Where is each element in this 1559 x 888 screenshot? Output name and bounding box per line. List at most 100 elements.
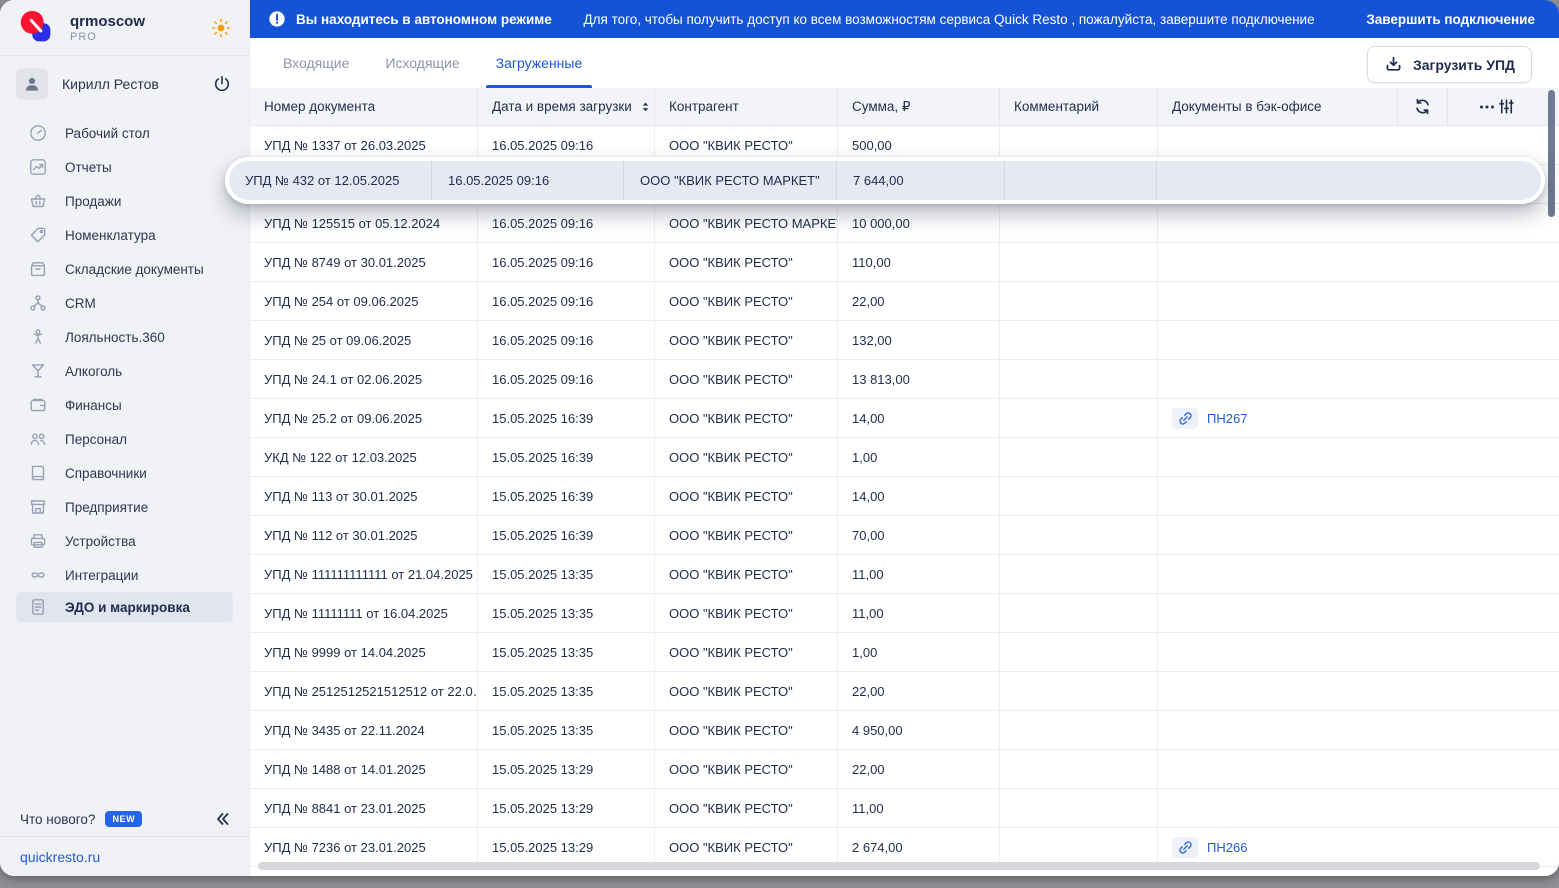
sidebar-item-15[interactable]: ЭДО и маркировка xyxy=(16,592,233,622)
contractor-cell: ООО "КВИК РЕСТО" xyxy=(655,243,838,281)
contractor-cell: ООО "КВИК РЕСТО" xyxy=(655,711,838,749)
table-row[interactable]: УПД № 8841 от 23.01.2025 15.05.2025 13:29… xyxy=(250,789,1559,828)
vertical-scrollbar[interactable] xyxy=(1548,90,1555,217)
upload-date-cell: 15.05.2025 16:39 xyxy=(478,399,655,437)
table-row[interactable]: УКД № 122 от 12.03.2025 15.05.2025 16:39 О… xyxy=(250,438,1559,477)
backoffice-doc-link[interactable]: ПН267 xyxy=(1207,411,1247,426)
power-icon[interactable] xyxy=(211,73,233,95)
more-icon[interactable] xyxy=(1477,97,1497,117)
comment-cell xyxy=(1000,282,1158,320)
sidebar-item-11[interactable]: Справочники xyxy=(0,456,249,490)
sidebar-item-label: ЭДО и маркировка xyxy=(65,599,190,615)
row-filler xyxy=(1398,321,1559,359)
column-header-label: Контрагент xyxy=(669,99,739,114)
backoffice-cell xyxy=(1158,360,1398,398)
backoffice-cell[interactable]: ПН266 xyxy=(1158,828,1398,866)
table-row[interactable]: УПД № 2512512521512512 от 22.0… 15.05.202… xyxy=(250,672,1559,711)
backoffice-cell xyxy=(1158,672,1398,710)
table-row[interactable]: УПД № 25.2 от 09.06.2025 15.05.2025 16:39… xyxy=(250,399,1559,438)
table-body: УПД № 432 от 12.05.2025 16.05.2025 09:16… xyxy=(225,126,1559,867)
tab-1[interactable]: Входящие xyxy=(273,38,359,88)
sidebar-item-8[interactable]: Алкоголь xyxy=(0,354,249,388)
upload-date-cell: 15.05.2025 16:39 xyxy=(478,516,655,554)
comment-cell xyxy=(1000,789,1158,827)
doc-number-cell: УПД № 3435 от 22.11.2024 xyxy=(250,711,478,749)
contractor-cell: ООО "КВИК РЕСТО МАРКЕТ" xyxy=(655,204,838,242)
table-row[interactable]: УПД № 9999 от 14.04.2025 15.05.2025 13:35… xyxy=(250,633,1559,672)
table-row[interactable]: УПД № 3435 от 22.11.2024 15.05.2025 13:35… xyxy=(250,711,1559,750)
sidebar-item-4[interactable]: Номенклатура xyxy=(0,218,249,252)
dragged-doc-number: УПД № 432 от 12.05.2025 xyxy=(229,161,432,200)
table-row[interactable]: УПД № 111111111111 от 21.04.2025 15.05.20… xyxy=(250,555,1559,594)
tab-3[interactable]: Загруженные xyxy=(485,38,593,88)
backoffice-cell xyxy=(1158,516,1398,554)
sum-cell: 110,00 xyxy=(838,243,1000,281)
comment-cell xyxy=(1000,360,1158,398)
table-row[interactable]: УПД № 24.1 от 02.06.2025 16.05.2025 09:16… xyxy=(250,360,1559,399)
table-row[interactable]: УПД № 254 от 09.06.2025 16.05.2025 09:16 О… xyxy=(250,282,1559,321)
finish-connection-button[interactable]: Завершить подключение xyxy=(1366,12,1535,27)
table-row[interactable]: УПД № 125515 от 05.12.2024 16.05.2025 09:… xyxy=(250,204,1559,243)
sidebar-item-5[interactable]: Складские документы xyxy=(0,252,249,286)
sum-cell: 11,00 xyxy=(838,789,1000,827)
sidebar-item-2[interactable]: Отчеты xyxy=(0,150,249,184)
row-filler xyxy=(1398,672,1559,710)
table-row[interactable]: УПД № 11111111 от 16.04.2025 15.05.2025 1… xyxy=(250,594,1559,633)
row-filler xyxy=(1398,438,1559,476)
filter-icon[interactable] xyxy=(1497,97,1516,116)
refresh-icon[interactable] xyxy=(1412,96,1433,117)
new-badge: NEW xyxy=(105,811,143,827)
backoffice-cell[interactable]: ПН267 xyxy=(1158,399,1398,437)
row-filler xyxy=(1398,594,1559,632)
upload-date-cell: 15.05.2025 13:35 xyxy=(478,672,655,710)
column-header-2[interactable]: Дата и время загрузки xyxy=(478,88,655,125)
doc-number-cell: УПД № 8749 от 30.01.2025 xyxy=(250,243,478,281)
whats-new-row: Что нового? NEW xyxy=(0,802,249,836)
sum-cell: 10 000,00 xyxy=(838,204,1000,242)
doc-number-cell: УПД № 9999 от 14.04.2025 xyxy=(250,633,478,671)
user-row[interactable]: Кирилл Рестов xyxy=(0,62,249,106)
backoffice-cell xyxy=(1158,204,1398,242)
table-row[interactable]: УПД № 8749 от 30.01.2025 16.05.2025 09:16… xyxy=(250,243,1559,282)
upload-date-cell: 15.05.2025 13:29 xyxy=(478,828,655,866)
upload-date-cell: 16.05.2025 09:16 xyxy=(478,321,655,359)
dragged-row[interactable]: УПД № 432 от 12.05.2025 16.05.2025 09:16… xyxy=(225,157,1545,204)
sidebar-item-1[interactable]: Рабочий стол xyxy=(0,116,249,150)
table-row[interactable]: УПД № 25 от 09.06.2025 16.05.2025 09:16 ОО… xyxy=(250,321,1559,360)
sidebar-item-10[interactable]: Персонал xyxy=(0,422,249,456)
sort-icon[interactable] xyxy=(640,100,651,114)
horizontal-scrollbar[interactable] xyxy=(258,862,1540,870)
site-link[interactable]: quickresto.ru xyxy=(20,849,100,865)
sum-cell: 70,00 xyxy=(838,516,1000,554)
column-header-3: Контрагент xyxy=(655,88,838,125)
upload-upd-button[interactable]: Загрузить УПД xyxy=(1366,46,1532,83)
column-header-label: Комментарий xyxy=(1014,99,1100,114)
collapse-icon[interactable] xyxy=(213,810,231,828)
column-header-4: Сумма, ₽ xyxy=(838,88,1000,125)
sidebar-item-3[interactable]: Продажи xyxy=(0,184,249,218)
sales-basket-icon xyxy=(28,191,48,211)
dragged-backoffice xyxy=(1157,161,1541,200)
user-icon xyxy=(16,68,48,100)
sun-icon[interactable] xyxy=(209,16,233,40)
doc-number-cell: УПД № 1488 от 14.01.2025 xyxy=(250,750,478,788)
sidebar-item-7[interactable]: Лояльность.360 xyxy=(0,320,249,354)
table-row[interactable]: УПД № 1488 от 14.01.2025 15.05.2025 13:29… xyxy=(250,750,1559,789)
table-row[interactable]: УПД № 112 от 30.01.2025 15.05.2025 16:39 О… xyxy=(250,516,1559,555)
whats-new-link[interactable]: Что нового? xyxy=(20,812,95,827)
table-row[interactable]: УПД № 113 от 30.01.2025 15.05.2025 16:39 О… xyxy=(250,477,1559,516)
sidebar-item-label: Интеграции xyxy=(65,567,139,583)
sidebar-item-12[interactable]: Предприятие xyxy=(0,490,249,524)
tab-2[interactable]: Исходящие xyxy=(375,38,469,88)
comment-cell xyxy=(1000,477,1158,515)
column-header-5: Комментарий xyxy=(1000,88,1158,125)
column-header-1: Номер документа xyxy=(250,88,478,125)
sidebar-item-14[interactable]: Интеграции xyxy=(0,558,249,592)
main-area: Вы находитесь в автономном режиме Для то… xyxy=(225,0,1559,876)
backoffice-doc-link[interactable]: ПН266 xyxy=(1207,840,1247,855)
sidebar: qrmoscow PRO Кирилл Рестов Рабочий стол О… xyxy=(0,0,250,876)
contractor-cell: ООО "КВИК РЕСТО" xyxy=(655,516,838,554)
sidebar-item-13[interactable]: Устройства xyxy=(0,524,249,558)
sidebar-item-6[interactable]: CRM xyxy=(0,286,249,320)
sidebar-item-9[interactable]: Финансы xyxy=(0,388,249,422)
